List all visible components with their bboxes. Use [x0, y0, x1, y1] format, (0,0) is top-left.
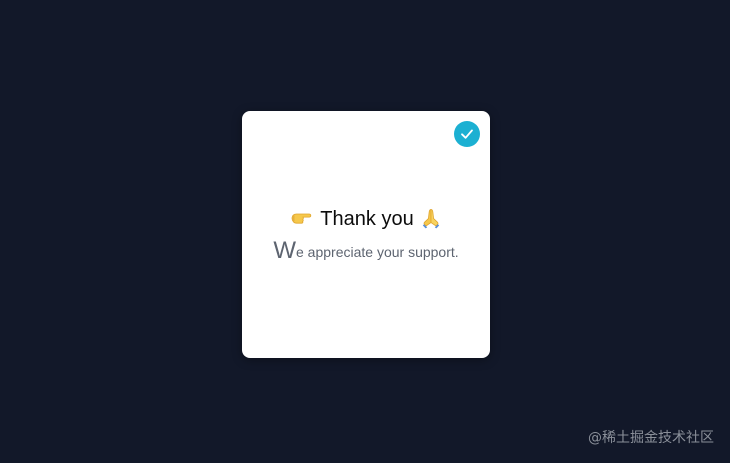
praying-hands-icon: [420, 207, 442, 229]
message-drop-cap: W: [273, 237, 296, 264]
appreciation-message: We appreciate your support.: [242, 239, 490, 265]
pointing-right-hand-icon: [290, 207, 312, 229]
card-heading: Thank you: [242, 207, 490, 231]
heading-text: Thank you: [320, 208, 414, 230]
watermark: @稀土掘金技术社区: [588, 430, 714, 446]
check-icon: [454, 121, 480, 147]
message-text: e appreciate your support.: [296, 244, 459, 260]
thank-you-card: Thank you We appreciate your support.: [242, 111, 490, 358]
